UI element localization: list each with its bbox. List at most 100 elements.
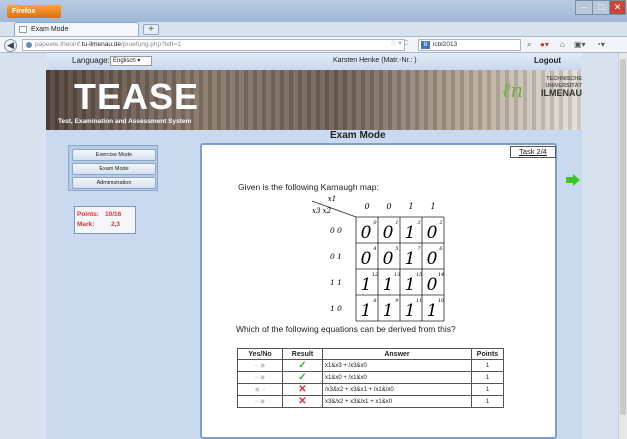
task-counter: Task 2/4	[510, 146, 556, 158]
vertical-scrollbar[interactable]	[618, 53, 627, 439]
mark-value: 2,3	[111, 221, 121, 228]
administration-button[interactable]: Administration	[72, 177, 156, 189]
kmap-cell-index: 12	[372, 272, 378, 278]
check-icon: ✓	[282, 371, 323, 384]
maximize-button[interactable]: □	[592, 0, 610, 15]
col-yes-no: Yes/No	[237, 348, 283, 360]
kmap-cell-value: 0	[383, 249, 394, 269]
points-value: 1	[471, 383, 504, 396]
university-name: TECHNISCHE UNIVERSITÄT ILMENAU	[534, 76, 582, 98]
task-prompt: Given is the following Karnaugh map:	[238, 182, 379, 192]
kmap-cell-value: 1	[383, 301, 394, 321]
cross-icon: ✕	[282, 383, 323, 396]
tab-exam-mode[interactable]: Exam Mode	[14, 22, 139, 36]
top-line: Language: Englisch ▾ Karsten Henke (Matr…	[46, 53, 582, 70]
addon-icon[interactable]: ●▾	[540, 40, 549, 49]
kmap-row-header: 0 0	[330, 226, 342, 235]
exercise-mode-button[interactable]: Exercise Mode	[72, 149, 156, 161]
kmap-row-header: 1 0	[330, 304, 342, 313]
language-select[interactable]: Englisch ▾	[110, 56, 152, 66]
kmap-row-header: 1 1	[330, 278, 342, 287]
language-label: Language:	[72, 56, 110, 65]
table-header-row: Yes/No Result Answer Points	[237, 348, 504, 360]
kmap-cell-value: 1	[361, 301, 372, 321]
karnaugh-map: x1x3 x2 0 0 1 10 00 11 11 00 0 0 1 1 3 0 20 4 0 5 1 7 0 61…	[311, 195, 445, 322]
kmap-col-header: 1	[408, 202, 413, 211]
url-path: /pruefung.php?left=1	[121, 41, 181, 48]
kmap-col-variable: x1	[328, 195, 336, 203]
close-window-button[interactable]: ✕	[609, 0, 626, 15]
mark-row: Mark: 2,3	[77, 220, 133, 230]
next-task-arrow-icon[interactable]	[566, 174, 580, 186]
search-icon[interactable]: ⌕	[527, 40, 531, 50]
yes-no-radio[interactable]: ◉ ○	[237, 383, 283, 396]
new-tab-button[interactable]: +	[143, 24, 159, 35]
kmap-cell-index: 4	[372, 246, 376, 252]
menu-icon[interactable]: ◔▾	[596, 40, 605, 49]
col-answer: Answer	[322, 348, 472, 360]
kmap-cell-value: 1	[383, 275, 394, 295]
task-panel: Task 2/4 Given is the following Karnaugh…	[200, 143, 557, 439]
page-icon	[19, 26, 27, 33]
kmap-cell-index: 13	[394, 272, 400, 278]
mode-menu: Exercise Mode Exam Mode Administration	[68, 145, 158, 191]
uni-line-1: TECHNISCHE	[546, 76, 582, 82]
bookmarks-icon[interactable]: ▣▾	[574, 40, 586, 49]
home-icon[interactable]: ⌂	[560, 40, 565, 49]
university-logo-icon: ℓn	[502, 78, 524, 102]
kmap-row-header: 0 1	[330, 252, 342, 261]
kmap-cell-value: 1	[405, 301, 416, 321]
answer-table: Yes/No Result Answer Points ○ ◉ ✓ x1&x3 + …	[237, 348, 504, 408]
search-text: icbl2013	[433, 41, 458, 48]
url-prefix: papeete.theoinf.	[35, 41, 82, 48]
kmap-cell-index: 8	[373, 298, 376, 304]
exam-mode-button[interactable]: Exam Mode	[72, 163, 156, 175]
header-banner: TEASE Test, Examination and Assessment S…	[46, 70, 582, 130]
points-value: 10/16	[105, 211, 122, 218]
kmap-cell-index: 15	[416, 272, 422, 278]
kmap-col-header: 0	[364, 202, 369, 211]
table-row: ◉ ○ ✕/x3&x2 + x3&x1 + /x1&/x0 1	[237, 383, 504, 396]
bookmark-star-icon[interactable]: ☆ ▾ C	[390, 39, 409, 47]
uni-line-3: ILMENAU	[541, 88, 582, 98]
kmap-cell-value: 0	[427, 275, 438, 295]
yes-no-radio[interactable]: ○ ◉	[237, 359, 283, 372]
col-result: Result	[282, 348, 323, 360]
user-info: Karsten Henke (Matr.-Nr.: )	[333, 57, 417, 64]
globe-icon	[26, 42, 32, 48]
answer-text: x1&x0 + /x1&x0	[322, 371, 472, 384]
navigation-bar: ◀ papeete.theoinf.tu-ilmenau.de/pruefung…	[0, 36, 627, 53]
table-row: ○ ◉ ✓ x1&x3 + /x3&x0 1	[237, 359, 504, 372]
kmap-cell-index: 7	[417, 246, 421, 252]
scrollbar-thumb[interactable]	[620, 59, 626, 415]
kmap-cell-index: 14	[438, 272, 444, 278]
points-value: 1	[471, 359, 504, 372]
back-button[interactable]: ◀	[4, 39, 17, 52]
col-points: Points	[471, 348, 504, 360]
page-content: Language: Englisch ▾ Karsten Henke (Matr…	[46, 53, 627, 439]
tease-logo: TEASE	[74, 76, 200, 117]
kmap-cell-value: 1	[405, 223, 416, 243]
kmap-col-header: 0	[386, 202, 391, 211]
points-row: Points: 10/16	[77, 210, 133, 220]
kmap-cell-index: 3	[417, 220, 420, 226]
minimize-button[interactable]: –	[575, 0, 593, 15]
kmap-cell-index: 10	[438, 298, 445, 304]
kmap-cell-index: 2	[438, 220, 442, 226]
kmap-cell-value: 0	[427, 223, 438, 243]
yes-no-radio[interactable]: ○ ◉	[237, 371, 283, 384]
url-bar[interactable]: papeete.theoinf.tu-ilmenau.de/pruefung.p…	[22, 39, 405, 51]
kmap-cell-index: 0	[373, 220, 377, 226]
kmap-row-variable: x3 x2	[312, 207, 332, 215]
task-question: Which of the following equations can be …	[236, 324, 456, 334]
url-domain: tu-ilmenau.de	[81, 41, 122, 48]
kmap-cell-value: 0	[361, 223, 372, 243]
kmap-cell-index: 9	[395, 298, 399, 304]
firefox-menu-button[interactable]: Firefox	[7, 5, 61, 18]
yes-no-radio[interactable]: ○ ◉	[237, 395, 283, 408]
points-value: 1	[471, 371, 504, 384]
kmap-cell-value: 0	[383, 223, 394, 243]
search-box[interactable]: 8 icbl2013	[418, 39, 521, 51]
logout-link[interactable]: Logout	[534, 56, 561, 65]
score-box: Points: 10/16 Mark: 2,3	[74, 206, 136, 234]
